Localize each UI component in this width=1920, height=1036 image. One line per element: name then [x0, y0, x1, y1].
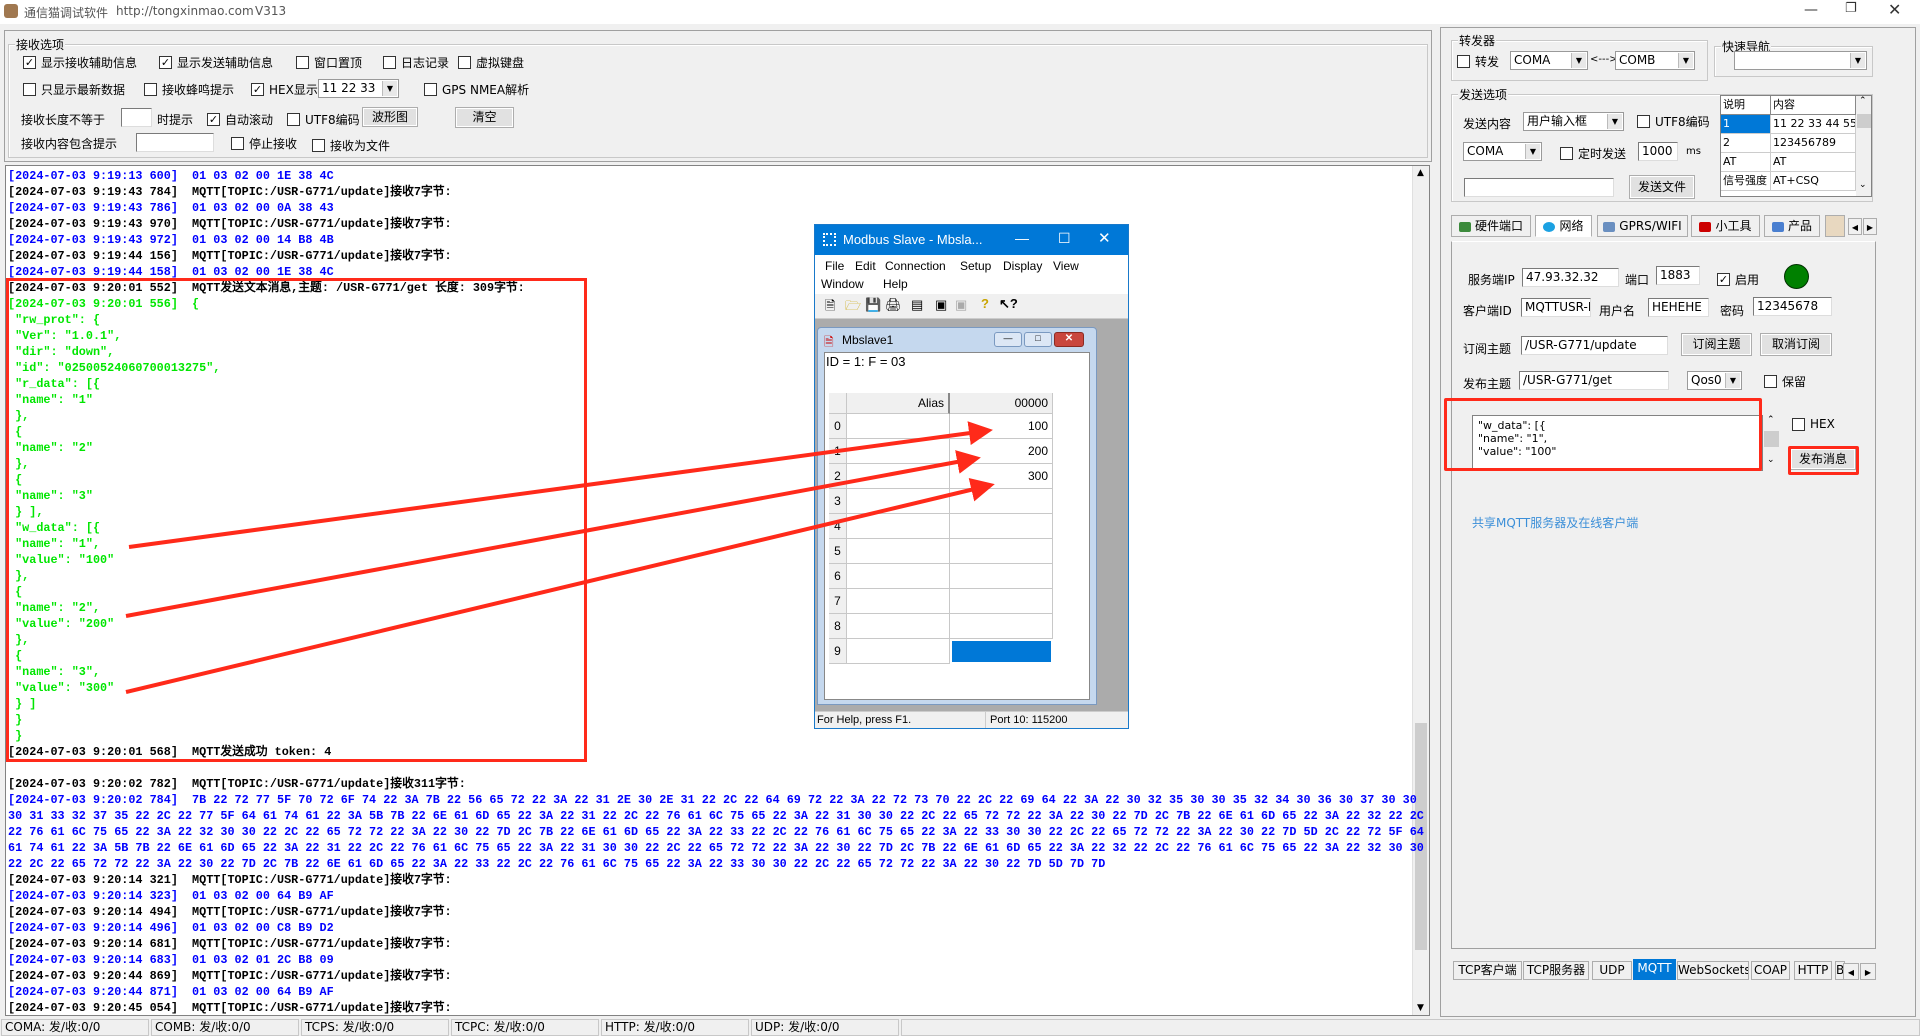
arrow-value-100 [128, 421, 993, 549]
arrow-value-300 [125, 478, 995, 694]
annotation-arrows [125, 421, 995, 694]
